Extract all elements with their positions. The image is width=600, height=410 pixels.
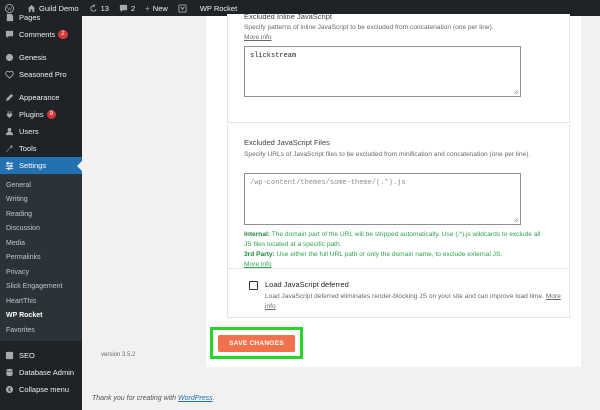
submenu-favorites[interactable]: Favorites: [0, 323, 82, 338]
footer-period: .: [212, 395, 215, 402]
excluded-inline-js-value: slickstream: [250, 52, 297, 60]
new-content-link[interactable]: + New: [140, 0, 173, 16]
submenu-media[interactable]: Media: [0, 236, 82, 251]
load-js-deferred-card: Load JavaScript deferred Load JavaScript…: [227, 268, 570, 318]
seo-icon: [4, 350, 14, 360]
internal-label: Internal:: [244, 231, 271, 238]
menu-seasoned-pro[interactable]: Seasoned Pro: [0, 66, 82, 83]
comments-badge: 2: [58, 30, 68, 39]
version-text: version 3.5.2: [101, 352, 136, 358]
menu-database-admin[interactable]: Database Admin: [0, 364, 82, 381]
excluded-inline-js-textarea[interactable]: slickstream: [244, 46, 521, 97]
js-files-more-info-link[interactable]: More info: [244, 261, 272, 268]
menu-settings[interactable]: Settings: [0, 157, 82, 174]
internal-text: The domain part of the URL will be strip…: [244, 231, 541, 248]
users-icon: [4, 127, 14, 137]
menu-users[interactable]: Users: [0, 123, 82, 140]
menu-appearance-label: Appearance: [19, 93, 60, 102]
wp-rocket-label: WP Rocket: [199, 3, 238, 13]
updates-link[interactable]: 13: [84, 0, 114, 16]
menu-database-admin-label: Database Admin: [19, 367, 75, 377]
updates-count: 13: [100, 3, 109, 13]
updates-icon: [89, 3, 97, 12]
excluded-inline-js-card: Excluded Inline JavaScript Specify patte…: [227, 12, 570, 123]
collapse-menu-label: Collapse menu: [19, 384, 70, 394]
collapse-menu-button[interactable]: Collapse menu: [0, 381, 82, 398]
load-js-deferred-desc: Load JavaScript deferred eliminates rend…: [265, 292, 565, 312]
wordpress-link[interactable]: WordPress: [178, 395, 213, 402]
comments-icon: [4, 30, 14, 40]
inline-js-more-info-link[interactable]: More info: [244, 34, 272, 41]
settings-submenu: General Writing Reading Discussion Media…: [0, 174, 82, 341]
comments-link[interactable]: 2: [114, 0, 140, 16]
plus-icon: +: [145, 3, 150, 13]
submenu-reading[interactable]: Reading: [0, 207, 82, 222]
excluded-js-files-placeholder: /wp-content/themes/some-theme/(.*).js: [250, 179, 406, 187]
plugins-icon: [4, 110, 14, 120]
menu-plugins-label: Plugins: [19, 110, 44, 119]
excluded-inline-js-desc-text: Specify patterns of inline JavaScript to…: [244, 24, 494, 31]
submenu-wp-rocket[interactable]: WP Rocket: [0, 309, 82, 324]
load-js-deferred-desc-text: Load JavaScript deferred eliminates rend…: [265, 293, 544, 300]
load-js-deferred-checkbox[interactable]: [249, 281, 258, 290]
yoast-icon: [178, 3, 187, 13]
database-icon: [4, 367, 14, 377]
tools-icon: [4, 144, 14, 154]
menu-users-label: Users: [19, 127, 39, 136]
menu-settings-label: Settings: [19, 161, 47, 170]
menu-comments[interactable]: Comments 2: [0, 26, 82, 43]
excluded-inline-js-desc: Specify patterns of inline JavaScript to…: [244, 23, 554, 43]
menu-pages[interactable]: Pages: [0, 12, 82, 22]
menu-tools[interactable]: Tools: [0, 140, 82, 157]
menu-appearance[interactable]: Appearance: [0, 89, 82, 106]
submenu-slick-engagement[interactable]: Slick Engagement: [0, 280, 82, 295]
save-changes-button[interactable]: SAVE CHANGES: [218, 335, 295, 352]
menu-seo[interactable]: SEO: [0, 347, 82, 364]
submenu-writing[interactable]: Writing: [0, 193, 82, 208]
submenu-general[interactable]: General: [0, 178, 82, 193]
admin-footer: Thank you for creating with WordPress.: [92, 395, 215, 402]
footer-text: Thank you for creating with: [92, 395, 178, 402]
third-party-label: 3rd Party:: [244, 251, 275, 258]
menu-genesis[interactable]: Genesis: [0, 49, 82, 66]
menu-comments-label: Comments: [19, 30, 56, 39]
submenu-heartthis[interactable]: HeartThis: [0, 294, 82, 309]
heart-icon: [4, 70, 14, 80]
excluded-js-files-card: Excluded JavaScript Files Specify URLs o…: [227, 125, 570, 268]
excluded-inline-js-title: Excluded Inline JavaScript: [244, 12, 332, 21]
js-files-notes: Internal: The domain part of the URL wil…: [244, 230, 544, 270]
plugins-badge: 9: [46, 110, 56, 119]
menu-seasoned-pro-label: Seasoned Pro: [19, 70, 67, 79]
resize-handle-icon[interactable]: [513, 217, 519, 223]
menu-seo-label: SEO: [19, 350, 35, 360]
settings-icon: [4, 161, 14, 171]
new-label: New: [152, 3, 168, 13]
third-party-text: Use either the full URL path or only the…: [276, 251, 503, 258]
menu-genesis-label: Genesis: [19, 53, 47, 62]
submenu-discussion[interactable]: Discussion: [0, 222, 82, 237]
excluded-js-files-desc: Specify URLs of JavaScript files to be e…: [244, 151, 531, 158]
comment-bubble-icon: [119, 4, 128, 12]
excluded-js-files-textarea[interactable]: /wp-content/themes/some-theme/(.*).js: [244, 173, 521, 225]
appearance-icon: [4, 93, 14, 103]
menu-plugins[interactable]: Plugins 9: [0, 106, 82, 123]
settings-panel: Excluded Inline JavaScript Specify patte…: [206, 12, 581, 367]
collapse-icon: [4, 384, 14, 394]
menu-tools-label: Tools: [19, 144, 37, 153]
genesis-icon: [4, 53, 14, 63]
pages-icon: [4, 12, 14, 22]
resize-handle-icon[interactable]: [513, 89, 519, 95]
yoast-menu[interactable]: [173, 0, 195, 16]
comments-count: 2: [130, 3, 136, 13]
excluded-js-files-title: Excluded JavaScript Files: [244, 138, 330, 147]
menu-pages-label: Pages: [19, 12, 41, 22]
save-button-highlight: SAVE CHANGES: [210, 327, 303, 359]
load-js-deferred-title[interactable]: Load JavaScript deferred: [265, 280, 349, 289]
submenu-privacy[interactable]: Privacy: [0, 265, 82, 280]
admin-sidebar: Pages Comments 2 Genesis Seasoned Pro Ap…: [0, 13, 82, 410]
submenu-permalinks[interactable]: Permalinks: [0, 251, 82, 266]
